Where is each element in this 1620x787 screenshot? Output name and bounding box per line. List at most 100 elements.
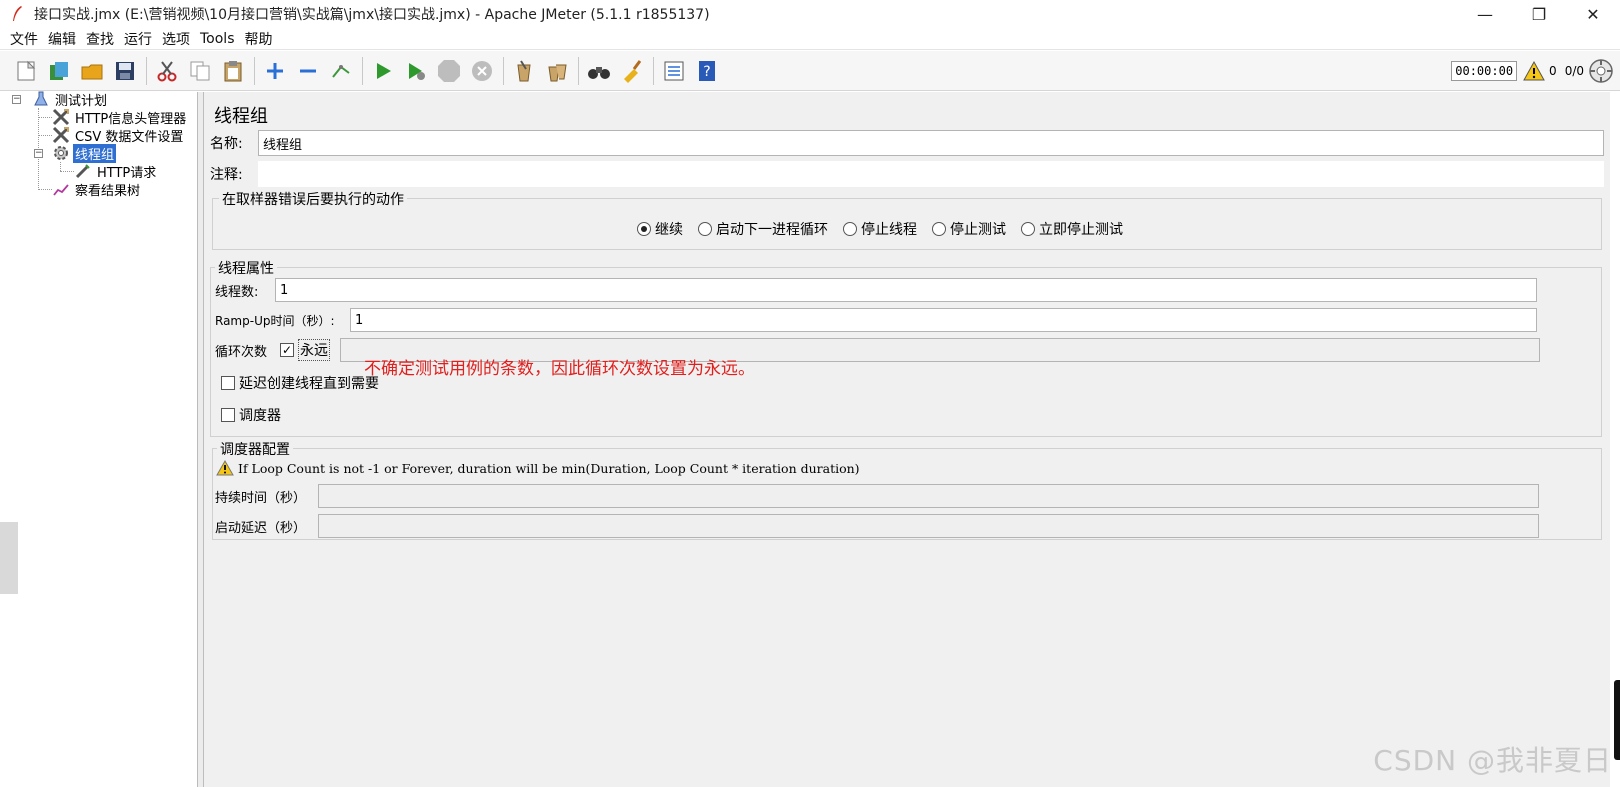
comment-label: 注释: — [210, 167, 243, 183]
new-icon[interactable] — [10, 55, 42, 87]
toggle-icon[interactable] — [325, 55, 357, 87]
tree-label: 测试计划 — [55, 93, 108, 109]
tree-node-result-tree[interactable]: 察看结果树 — [52, 180, 142, 199]
pipette-icon — [74, 162, 92, 180]
comment-input[interactable] — [258, 161, 1604, 187]
menu-tools[interactable]: Tools — [200, 31, 235, 47]
tree-label: 线程组 — [73, 143, 117, 163]
radio-label: 启动下一进程循环 — [716, 222, 828, 238]
radio-stop-thread[interactable]: 停止线程 — [843, 219, 917, 239]
loop-count-label: 循环次数 — [215, 344, 268, 360]
group-title: 在取样器错误后要执行的动作 — [219, 189, 407, 209]
clear-icon[interactable] — [508, 55, 540, 87]
tree-label: CSV 数据文件设置 — [75, 129, 184, 145]
start-icon[interactable] — [367, 55, 399, 87]
templates-icon[interactable] — [43, 55, 75, 87]
expand-icon[interactable] — [259, 55, 291, 87]
jmeter-feather-icon — [13, 6, 22, 21]
test-plan-tree: − 测试计划 HTTP信息头管理器 CSV 数据文件设置 − 线程组 HTTP请… — [8, 90, 198, 787]
shutdown-icon[interactable] — [466, 55, 498, 87]
collapse-icon[interactable] — [292, 55, 324, 87]
warning-icon[interactable] — [1523, 61, 1545, 81]
tree-node-header-manager[interactable]: HTTP信息头管理器 — [52, 108, 188, 127]
toolbar-separator — [503, 56, 504, 85]
menu-search[interactable]: 查找 — [86, 29, 114, 49]
tree-node-http-request[interactable]: HTTP请求 — [74, 162, 158, 181]
sampler-error-group: 在取样器错误后要执行的动作 继续 启动下一进程循环 停止线程 停止测试 立即停止… — [212, 189, 1602, 250]
radio-button[interactable] — [698, 222, 712, 236]
rampup-input[interactable]: 1 — [350, 308, 1537, 332]
clear-all-icon[interactable] — [541, 55, 573, 87]
start-no-pauses-icon[interactable] — [400, 55, 432, 87]
delay-thread-label: 延迟创建线程直到需要 — [239, 376, 379, 392]
delay-thread-checkbox[interactable] — [221, 376, 235, 390]
radio-stop-test[interactable]: 停止测试 — [932, 219, 1006, 239]
save-icon[interactable] — [109, 55, 141, 87]
title-bar: 接口实战.jmx (E:\营销视频\10月接口营销\实战篇\jmx\接口实战.j… — [0, 0, 1620, 28]
menu-file[interactable]: 文件 — [10, 29, 38, 49]
radio-stop-test-now[interactable]: 立即停止测试 — [1021, 219, 1123, 239]
red-annotation: 不确定测试用例的条数，因此循环次数设置为永远。 — [364, 359, 755, 379]
tools-icon — [52, 126, 70, 144]
radio-button[interactable] — [637, 222, 651, 236]
forever-checkbox[interactable]: ✓ — [280, 343, 294, 357]
radio-start-next-loop[interactable]: 启动下一进程循环 — [698, 219, 828, 239]
paste-icon[interactable] — [217, 55, 249, 87]
cut-icon[interactable] — [151, 55, 183, 87]
edge-strip — [0, 522, 18, 594]
active-threads: 0/0 — [1564, 64, 1584, 78]
menu-options[interactable]: 选项 — [162, 29, 190, 49]
tree-label: HTTP信息头管理器 — [75, 111, 187, 127]
startup-delay-label: 启动延迟（秒） — [215, 520, 307, 536]
tree-label: 察看结果树 — [75, 183, 141, 199]
menu-help[interactable]: 帮助 — [245, 29, 273, 49]
thread-group-panel: 线程组 名称: 线程组 注释: 在取样器错误后要执行的动作 继续 启动下一进程循… — [204, 92, 1610, 787]
open-icon[interactable] — [76, 55, 108, 87]
window-title: 接口实战.jmx (E:\营销视频\10月接口营销\实战篇\jmx\接口实战.j… — [34, 7, 710, 23]
svg-text:?: ? — [703, 64, 710, 80]
duration-label: 持续时间（秒） — [215, 490, 307, 506]
tree-node-test-plan[interactable]: 测试计划 — [32, 90, 109, 109]
reset-search-icon[interactable] — [616, 55, 648, 87]
scheduler-checkbox[interactable] — [221, 408, 235, 422]
function-helper-icon[interactable] — [658, 55, 690, 87]
minimize-button[interactable]: — — [1458, 0, 1512, 28]
rampup-label: Ramp-Up时间（秒）: — [215, 313, 335, 328]
name-input[interactable]: 线程组 — [258, 130, 1604, 156]
tree-expander[interactable]: − — [34, 149, 43, 158]
group-title: 调度器配置 — [217, 439, 293, 459]
menu-run[interactable]: 运行 — [124, 29, 152, 49]
radio-continue[interactable]: 继续 — [637, 219, 683, 239]
maximize-button[interactable]: ❐ — [1512, 0, 1566, 28]
tree-label: HTTP请求 — [97, 165, 157, 181]
search-binoculars-icon[interactable] — [583, 55, 615, 87]
toolbar-separator — [653, 56, 654, 85]
help-icon[interactable]: ? — [691, 55, 723, 87]
copy-icon[interactable] — [184, 55, 216, 87]
radio-button[interactable] — [932, 222, 946, 236]
toolbar-separator — [146, 56, 147, 85]
threads-label: 线程数: — [215, 284, 259, 300]
startup-delay-input[interactable] — [318, 514, 1539, 538]
gear-icon — [52, 144, 70, 162]
warning-count: 0 — [1549, 64, 1557, 78]
tree-node-csv-config[interactable]: CSV 数据文件设置 — [52, 126, 185, 145]
tools-icon — [52, 108, 70, 126]
tree-expander[interactable]: − — [12, 95, 21, 104]
close-button[interactable]: ✕ — [1566, 0, 1620, 28]
flask-icon — [32, 90, 50, 108]
threads-input[interactable]: 1 — [275, 278, 1537, 302]
radio-button[interactable] — [843, 222, 857, 236]
csdn-watermark: CSDN @我非夏日 — [1373, 744, 1612, 777]
radio-label: 立即停止测试 — [1039, 222, 1123, 238]
forever-label: 永远 — [298, 339, 330, 361]
scheduler-label: 调度器 — [239, 408, 281, 424]
radio-button[interactable] — [1021, 222, 1035, 236]
toolbar-separator — [254, 56, 255, 85]
remote-status-icon[interactable] — [1588, 58, 1614, 84]
panel-title: 线程组 — [214, 106, 268, 127]
tree-node-thread-group[interactable]: 线程组 — [52, 143, 117, 163]
stop-icon[interactable] — [433, 55, 465, 87]
duration-input[interactable] — [318, 484, 1539, 508]
menu-edit[interactable]: 编辑 — [48, 29, 76, 49]
